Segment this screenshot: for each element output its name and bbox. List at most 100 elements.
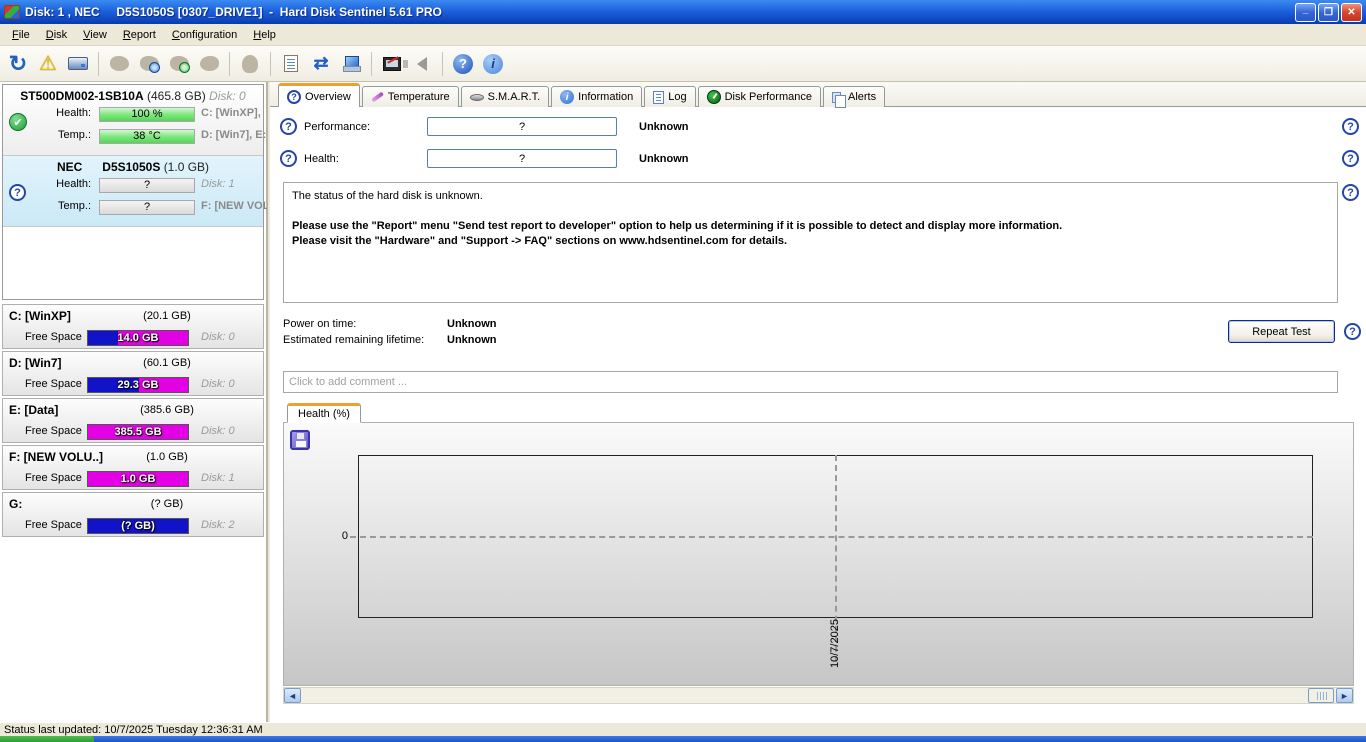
warning-report-icon[interactable]: ⚠ <box>34 50 62 78</box>
disk1-number: Disk: 1 <box>201 178 267 190</box>
scroll-left-arrow-icon[interactable]: ◄ <box>284 688 301 703</box>
tab-alerts[interactable]: Alerts <box>823 86 885 107</box>
tab-log[interactable]: Log <box>644 86 695 107</box>
user-disabled-icon <box>236 50 264 78</box>
sound-icon[interactable] <box>408 50 436 78</box>
disk-check-icon[interactable] <box>165 50 193 78</box>
alerts-pages-icon <box>832 92 841 103</box>
health-status: Unknown <box>639 153 689 165</box>
partition-name: E: [Data] <box>9 403 58 417</box>
menu-view[interactable]: View <box>75 27 115 43</box>
status-line-3: Please visit the "Hardware" and "Support… <box>292 234 1329 249</box>
toolbar-separator <box>270 52 271 76</box>
disk1-model: NEC D5S1050S <box>57 160 160 174</box>
menu-help[interactable]: Help <box>245 27 284 43</box>
comment-input[interactable] <box>283 371 1338 393</box>
chart-gridline-horizontal <box>350 536 1313 538</box>
disk-back-disabled-icon <box>195 50 223 78</box>
status-line-2: Please use the "Report" menu "Send test … <box>292 219 1329 234</box>
power-on-time-value: Unknown <box>447 318 497 330</box>
menu-disk[interactable]: Disk <box>38 27 75 43</box>
disk0-temp-bar: 38 °C <box>99 129 195 144</box>
smart-disk-icon <box>470 94 484 101</box>
network-icon[interactable] <box>337 50 365 78</box>
menu-report[interactable]: Report <box>115 27 164 43</box>
free-space-bar: 29.3 GB <box>87 377 189 393</box>
free-space-label: Free Space <box>25 378 82 390</box>
repeat-test-button[interactable]: Repeat Test <box>1228 320 1335 343</box>
health-value-field[interactable] <box>427 149 617 168</box>
start-button-sliver[interactable] <box>0 736 94 742</box>
partition-disk: Disk: 2 <box>201 519 235 531</box>
partition-size: (? GB) <box>111 498 223 510</box>
health-chart-tab[interactable]: Health (%) <box>287 403 361 423</box>
minimize-button[interactable] <box>1295 3 1316 22</box>
health-label: Health: <box>304 153 339 165</box>
free-space-label: Free Space <box>25 519 82 531</box>
disk-list: ST500DM002-1SB10A (465.8 GB) Disk: 0 ✔ H… <box>2 84 264 300</box>
performance-status: Unknown <box>639 121 689 133</box>
partition-row-e[interactable]: E: [Data] (385.6 GB) Free Space 385.5 GB… <box>2 398 264 443</box>
power-on-time-label: Power on time: <box>283 318 356 330</box>
chart-horizontal-scrollbar[interactable]: ◄ ► <box>283 687 1354 704</box>
scrollbar-thumb[interactable] <box>1308 688 1334 703</box>
menu-configuration[interactable]: Configuration <box>164 27 245 43</box>
partition-row-f[interactable]: F: [NEW VOLU..] (1.0 GB) Free Space 1.0 … <box>2 445 264 490</box>
tab-smart[interactable]: S.M.A.R.T. <box>461 86 550 107</box>
thermometer-icon <box>371 92 384 103</box>
menu-file[interactable]: File <box>4 27 38 43</box>
performance-help-icon[interactable] <box>280 118 297 135</box>
sync-icon[interactable]: ⇄ <box>307 50 335 78</box>
tab-temperature[interactable]: Temperature <box>362 86 459 107</box>
save-chart-icon[interactable] <box>290 430 310 450</box>
info-icon <box>560 90 574 104</box>
health-help-icon[interactable] <box>280 150 297 167</box>
free-space-bar: 14.0 GB <box>87 330 189 346</box>
disk0-temp-label: Temp.: <box>33 129 91 141</box>
disk0-health-bar: 100 % <box>99 107 195 122</box>
partition-row-g[interactable]: G: (? GB) Free Space (? GB) Disk: 2 <box>2 492 264 537</box>
restore-button[interactable] <box>1318 3 1339 22</box>
gauge-icon <box>707 90 721 104</box>
free-space-bar: 1.0 GB <box>87 471 189 487</box>
status-bar: Status last updated: 10/7/2025 Tuesday 1… <box>0 722 1366 736</box>
disk-item-1-selected[interactable]: NEC D5S1050S (1.0 GB) ? Health: ? Disk: … <box>3 156 263 227</box>
health-help-icon-right[interactable] <box>1342 150 1359 167</box>
log-page-icon <box>653 91 664 104</box>
disk1-size: (1.0 GB) <box>164 160 209 174</box>
performance-value-field[interactable] <box>427 117 617 136</box>
disk-clock-icon[interactable] <box>135 50 163 78</box>
free-space-label: Free Space <box>25 472 82 484</box>
tab-overview[interactable]: Overview <box>278 83 360 107</box>
status-help-icon[interactable] <box>1342 184 1359 201</box>
disk1-health-bar: ? <box>99 178 195 193</box>
health-chart-panel: 0 10/7/2025 <box>283 422 1354 686</box>
help-icon[interactable]: ? <box>449 50 477 78</box>
report-icon[interactable] <box>277 50 305 78</box>
information-icon[interactable]: i <box>479 50 507 78</box>
close-button[interactable] <box>1341 3 1362 22</box>
disk-item-0[interactable]: ST500DM002-1SB10A (465.8 GB) Disk: 0 ✔ H… <box>3 85 263 156</box>
repeat-test-help-icon[interactable] <box>1344 323 1361 340</box>
partition-row-d[interactable]: D: [Win7] (60.1 GB) Free Space 29.3 GB D… <box>2 351 264 396</box>
partition-name: F: [NEW VOLU..] <box>9 450 103 464</box>
disk-test-icon[interactable] <box>378 50 406 78</box>
partition-size: (1.0 GB) <box>111 451 223 463</box>
partition-size: (20.1 GB) <box>111 310 223 322</box>
tab-bar: Overview Temperature S.M.A.R.T. Informat… <box>270 82 1366 107</box>
status-line-1: The status of the hard disk is unknown. <box>292 189 1329 204</box>
refresh-icon[interactable]: ↻ <box>4 50 32 78</box>
disk-action-disabled-icon <box>105 50 133 78</box>
tab-information[interactable]: Information <box>551 86 642 107</box>
performance-help-icon-right[interactable] <box>1342 118 1359 135</box>
scroll-right-arrow-icon[interactable]: ► <box>1336 688 1353 703</box>
partition-row-c[interactable]: C: [WinXP] (20.1 GB) Free Space 14.0 GB … <box>2 304 264 349</box>
disk0-model: ST500DM002-1SB10A <box>20 89 143 103</box>
status-bar-text: Status last updated: 10/7/2025 Tuesday 1… <box>4 724 263 736</box>
partition-size: (385.6 GB) <box>111 404 223 416</box>
disk0-health-label: Health: <box>33 107 91 119</box>
window-title: Disk: 1 , NEC D5S1050S [0307_DRIVE1] - H… <box>25 5 1295 19</box>
partition-disk: Disk: 0 <box>201 331 235 343</box>
tab-disk-performance[interactable]: Disk Performance <box>698 86 821 107</box>
detect-disks-icon[interactable] <box>64 50 92 78</box>
